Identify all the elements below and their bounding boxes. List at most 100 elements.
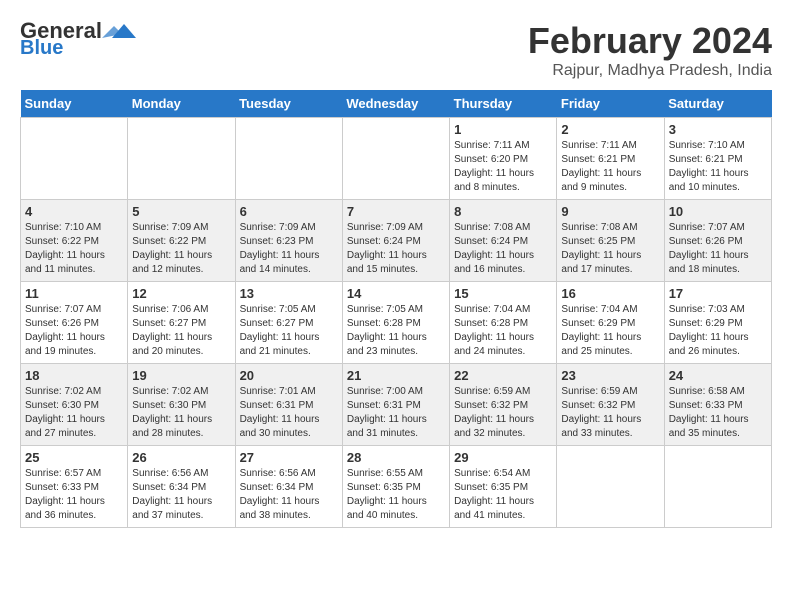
day-number: 2 (561, 122, 659, 137)
day-number: 4 (25, 204, 123, 219)
calendar-cell: 11 Sunrise: 7:07 AMSunset: 6:26 PMDayligh… (21, 282, 128, 364)
calendar-cell: 8 Sunrise: 7:08 AMSunset: 6:24 PMDaylight… (450, 200, 557, 282)
logo: General Blue (20, 20, 138, 58)
calendar-cell: 22Sunrise: 6:59 AMSunset: 6:32 PMDayligh… (450, 364, 557, 446)
day-info: Sunrise: 6:54 AMSunset: 6:35 PMDaylight:… (454, 467, 552, 523)
calendar-cell: 14 Sunrise: 7:05 AMSunset: 6:28 PMDayligh… (342, 282, 449, 364)
day-number: 10 (669, 204, 767, 219)
day-info: Sunrise: 6:56 AMSunset: 6:34 PMDaylight:… (132, 467, 230, 523)
calendar-cell: 24 Sunrise: 6:58 AMSunset: 6:33 PMDayligh… (664, 364, 771, 446)
weekday-header: Wednesday (342, 90, 449, 118)
calendar-cell: 12Sunrise: 7:06 AMSunset: 6:27 PMDayligh… (128, 282, 235, 364)
calendar-cell: 26 Sunrise: 6:56 AMSunset: 6:34 PMDayligh… (128, 446, 235, 528)
day-number: 24 (669, 368, 767, 383)
day-info: Sunrise: 7:10 AMSunset: 6:21 PMDaylight:… (669, 139, 767, 195)
day-info: Sunrise: 6:57 AMSunset: 6:33 PMDaylight:… (25, 467, 123, 523)
weekday-header: Thursday (450, 90, 557, 118)
calendar-cell: 5 Sunrise: 7:09 AMSunset: 6:22 PMDaylight… (128, 200, 235, 282)
day-info: Sunrise: 7:09 AMSunset: 6:24 PMDaylight:… (347, 221, 445, 277)
day-info: Sunrise: 7:10 AMSunset: 6:22 PMDaylight:… (25, 221, 123, 277)
calendar-cell: 13 Sunrise: 7:05 AMSunset: 6:27 PMDayligh… (235, 282, 342, 364)
calendar-cell: 25 Sunrise: 6:57 AMSunset: 6:33 PMDayligh… (21, 446, 128, 528)
day-number: 17 (669, 286, 767, 301)
day-number: 7 (347, 204, 445, 219)
calendar-cell: 1 Sunrise: 7:11 AMSunset: 6:20 PMDaylight… (450, 118, 557, 200)
day-number: 13 (240, 286, 338, 301)
location: Rajpur, Madhya Pradesh, India (528, 62, 772, 80)
day-number: 28 (347, 450, 445, 465)
calendar-cell: 15 Sunrise: 7:04 AMSunset: 6:28 PMDayligh… (450, 282, 557, 364)
calendar-cell (128, 118, 235, 200)
month-year: February 2024 (528, 20, 772, 62)
day-info: Sunrise: 7:00 AMSunset: 6:31 PMDaylight:… (347, 385, 445, 441)
calendar-cell: 23 Sunrise: 6:59 AMSunset: 6:32 PMDayligh… (557, 364, 664, 446)
calendar-cell: 18 Sunrise: 7:02 AMSunset: 6:30 PMDayligh… (21, 364, 128, 446)
calendar-cell (21, 118, 128, 200)
calendar-cell: 9Sunrise: 7:08 AMSunset: 6:25 PMDaylight… (557, 200, 664, 282)
weekday-header: Friday (557, 90, 664, 118)
calendar-cell: 20Sunrise: 7:01 AMSunset: 6:31 PMDayligh… (235, 364, 342, 446)
day-number: 23 (561, 368, 659, 383)
day-number: 29 (454, 450, 552, 465)
calendar-cell: 27 Sunrise: 6:56 AMSunset: 6:34 PMDayligh… (235, 446, 342, 528)
day-number: 22 (454, 368, 552, 383)
day-info: Sunrise: 7:05 AMSunset: 6:27 PMDaylight:… (240, 303, 338, 359)
calendar-cell: 19 Sunrise: 7:02 AMSunset: 6:30 PMDayligh… (128, 364, 235, 446)
calendar-week-row: 1 Sunrise: 7:11 AMSunset: 6:20 PMDaylight… (21, 118, 772, 200)
calendar-cell: 29 Sunrise: 6:54 AMSunset: 6:35 PMDayligh… (450, 446, 557, 528)
day-info: Sunrise: 7:02 AMSunset: 6:30 PMDaylight:… (25, 385, 123, 441)
calendar-cell: 16Sunrise: 7:04 AMSunset: 6:29 PMDayligh… (557, 282, 664, 364)
calendar-cell (342, 118, 449, 200)
day-info: Sunrise: 7:07 AMSunset: 6:26 PMDaylight:… (25, 303, 123, 359)
calendar-cell (235, 118, 342, 200)
day-number: 11 (25, 286, 123, 301)
calendar-table: SundayMondayTuesdayWednesdayThursdayFrid… (20, 90, 772, 528)
calendar-cell: 10 Sunrise: 7:07 AMSunset: 6:26 PMDayligh… (664, 200, 771, 282)
day-number: 5 (132, 204, 230, 219)
calendar-cell: 17Sunrise: 7:03 AMSunset: 6:29 PMDayligh… (664, 282, 771, 364)
day-number: 19 (132, 368, 230, 383)
logo-blue: Blue (20, 38, 63, 58)
day-number: 1 (454, 122, 552, 137)
day-number: 8 (454, 204, 552, 219)
calendar-cell (664, 446, 771, 528)
header: General Blue February 2024 Rajpur, Madhy… (20, 20, 772, 80)
day-info: Sunrise: 6:55 AMSunset: 6:35 PMDaylight:… (347, 467, 445, 523)
day-info: Sunrise: 6:59 AMSunset: 6:32 PMDaylight:… (561, 385, 659, 441)
calendar-week-row: 25 Sunrise: 6:57 AMSunset: 6:33 PMDayligh… (21, 446, 772, 528)
day-info: Sunrise: 7:06 AMSunset: 6:27 PMDaylight:… (132, 303, 230, 359)
day-number: 26 (132, 450, 230, 465)
weekday-header: Saturday (664, 90, 771, 118)
day-info: Sunrise: 7:07 AMSunset: 6:26 PMDaylight:… (669, 221, 767, 277)
day-number: 14 (347, 286, 445, 301)
day-info: Sunrise: 7:04 AMSunset: 6:29 PMDaylight:… (561, 303, 659, 359)
day-info: Sunrise: 6:56 AMSunset: 6:34 PMDaylight:… (240, 467, 338, 523)
weekday-header-row: SundayMondayTuesdayWednesdayThursdayFrid… (21, 90, 772, 118)
day-number: 27 (240, 450, 338, 465)
weekday-header: Monday (128, 90, 235, 118)
day-info: Sunrise: 7:02 AMSunset: 6:30 PMDaylight:… (132, 385, 230, 441)
calendar-week-row: 11 Sunrise: 7:07 AMSunset: 6:26 PMDayligh… (21, 282, 772, 364)
day-info: Sunrise: 7:09 AMSunset: 6:22 PMDaylight:… (132, 221, 230, 277)
calendar-cell: 21 Sunrise: 7:00 AMSunset: 6:31 PMDayligh… (342, 364, 449, 446)
calendar-cell (557, 446, 664, 528)
day-info: Sunrise: 7:08 AMSunset: 6:24 PMDaylight:… (454, 221, 552, 277)
day-number: 21 (347, 368, 445, 383)
day-number: 20 (240, 368, 338, 383)
day-info: Sunrise: 6:58 AMSunset: 6:33 PMDaylight:… (669, 385, 767, 441)
day-info: Sunrise: 7:04 AMSunset: 6:28 PMDaylight:… (454, 303, 552, 359)
title-area: February 2024 Rajpur, Madhya Pradesh, In… (528, 20, 772, 80)
day-number: 6 (240, 204, 338, 219)
day-info: Sunrise: 7:05 AMSunset: 6:28 PMDaylight:… (347, 303, 445, 359)
calendar-cell: 3 Sunrise: 7:10 AMSunset: 6:21 PMDaylight… (664, 118, 771, 200)
calendar-cell: 7 Sunrise: 7:09 AMSunset: 6:24 PMDaylight… (342, 200, 449, 282)
day-number: 25 (25, 450, 123, 465)
day-number: 18 (25, 368, 123, 383)
day-number: 3 (669, 122, 767, 137)
day-info: Sunrise: 7:11 AMSunset: 6:20 PMDaylight:… (454, 139, 552, 195)
day-number: 15 (454, 286, 552, 301)
calendar-cell: 4 Sunrise: 7:10 AMSunset: 6:22 PMDaylight… (21, 200, 128, 282)
day-info: Sunrise: 7:08 AMSunset: 6:25 PMDaylight:… (561, 221, 659, 277)
weekday-header: Sunday (21, 90, 128, 118)
logo-icon (102, 20, 138, 42)
